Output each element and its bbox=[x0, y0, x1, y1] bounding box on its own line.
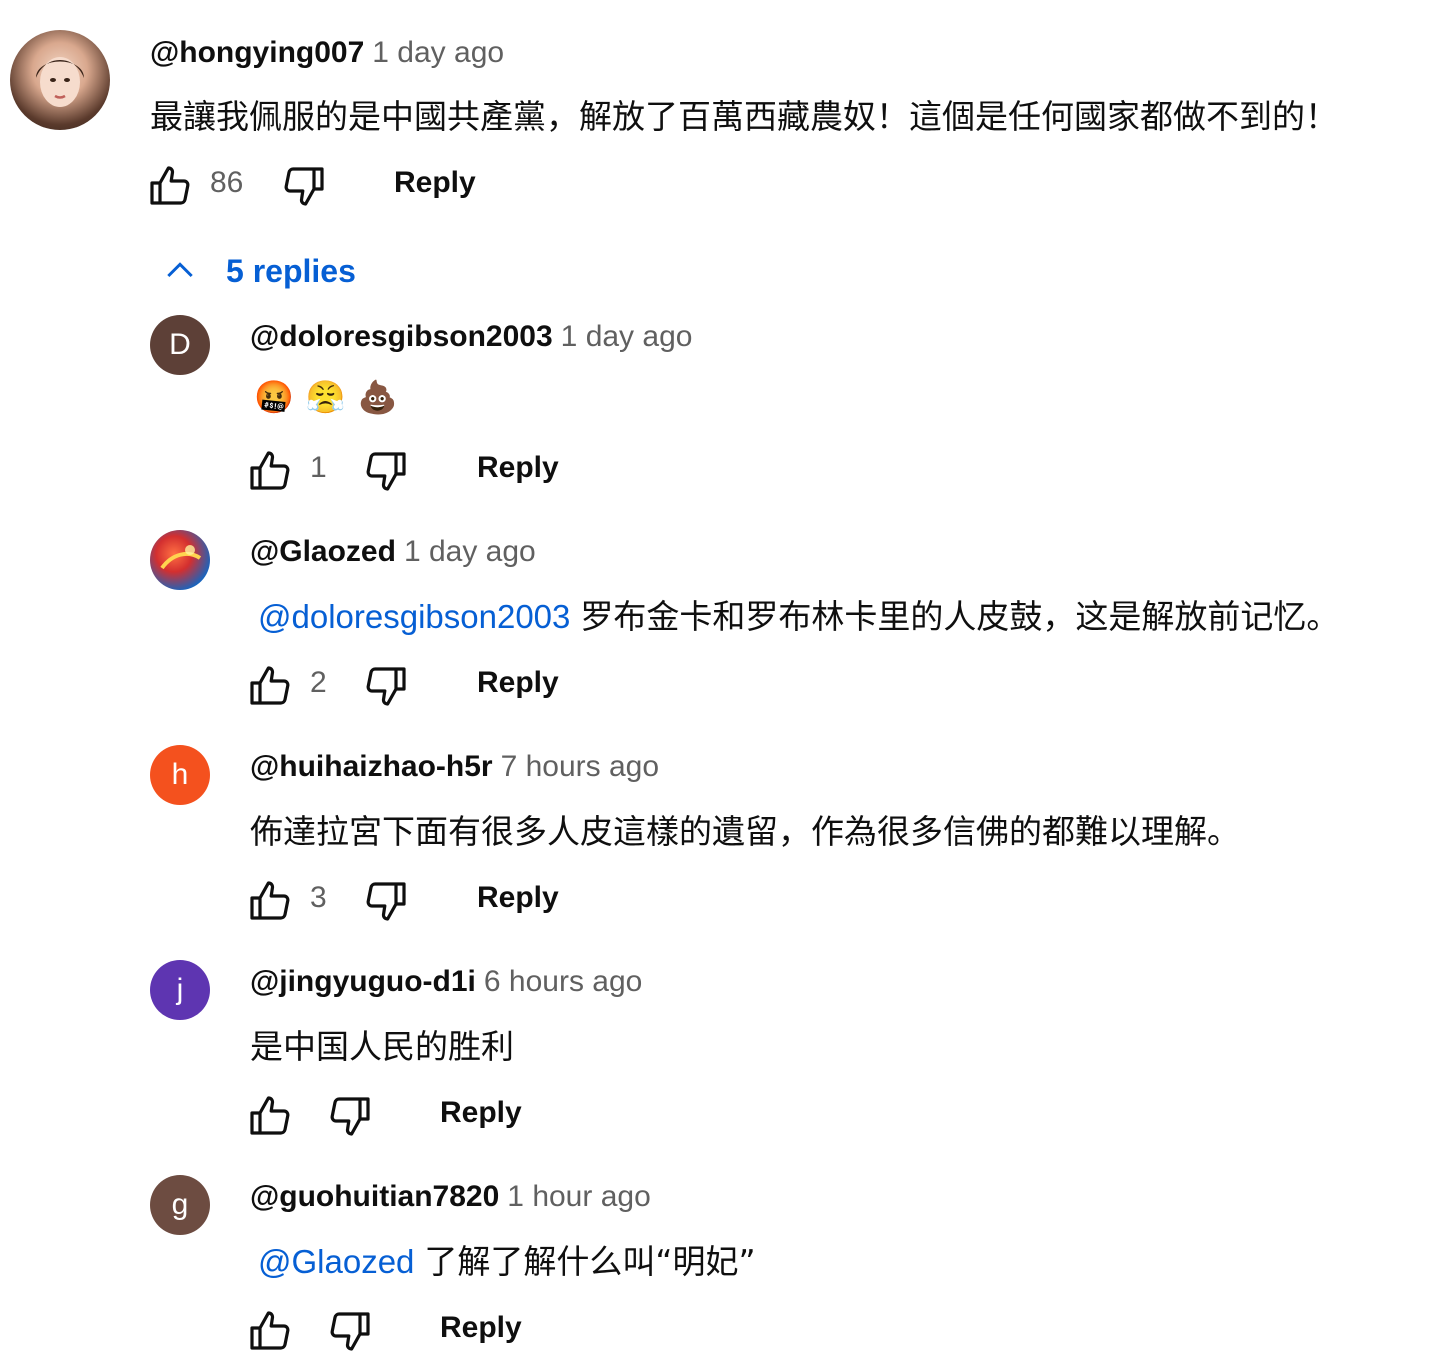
timestamp[interactable]: 1 day ago bbox=[404, 535, 536, 568]
comment-actions: 3 Reply bbox=[246, 877, 646, 925]
thumb-up-icon bbox=[246, 1307, 294, 1355]
reply-button: Reply bbox=[477, 451, 559, 484]
dislike-button[interactable] bbox=[280, 162, 328, 210]
reply-button[interactable]: Reply bbox=[394, 166, 476, 200]
timestamp[interactable]: 1 day ago bbox=[372, 36, 504, 69]
avatar-photo-icon bbox=[36, 57, 84, 107]
author-name[interactable]: @guohuitian7820 bbox=[250, 1180, 499, 1213]
avatar[interactable]: j bbox=[150, 960, 210, 1020]
avatar[interactable] bbox=[10, 30, 110, 130]
chevron-up-icon bbox=[167, 262, 193, 278]
thumb-down-icon bbox=[326, 1307, 374, 1355]
thumb-down-icon bbox=[362, 877, 410, 925]
timestamp[interactable]: 7 hours ago bbox=[501, 750, 659, 783]
thumb-up-icon bbox=[246, 877, 294, 925]
avatar[interactable]: g bbox=[150, 1175, 210, 1235]
reply-button[interactable]: Reply bbox=[477, 666, 559, 700]
author-name[interactable]: @hongying007 bbox=[150, 36, 364, 69]
author-name[interactable]: @Glaozed bbox=[250, 535, 396, 568]
avatar-letter: D bbox=[169, 328, 191, 361]
thumb-down-icon bbox=[362, 662, 410, 710]
dislike-button[interactable] bbox=[362, 662, 410, 710]
comment-actions: Reply bbox=[246, 1092, 646, 1140]
like-count: 2 bbox=[310, 666, 327, 699]
comment-text: 是中国人民的胜利 bbox=[250, 1027, 514, 1066]
mention-link[interactable]: @doloresgibson2003 bbox=[258, 598, 570, 635]
dislike-button[interactable] bbox=[362, 877, 410, 925]
timestamp[interactable]: 1 hour ago bbox=[507, 1180, 650, 1213]
comment-actions: 1 Reply bbox=[246, 447, 646, 495]
avatar-letter: h bbox=[171, 758, 189, 791]
thumb-down-icon bbox=[326, 1092, 374, 1140]
comment-text: 佈達拉宮下面有很多人皮這樣的遺留，作為很多信佛的都難以理解。 bbox=[250, 812, 1240, 851]
like-count: 86 bbox=[210, 166, 244, 199]
like-button[interactable] bbox=[246, 877, 294, 925]
thumb-up-icon bbox=[246, 1092, 294, 1140]
like-count: 3 bbox=[310, 881, 327, 914]
comment-header: @doloresgibson2003 1 day ago bbox=[250, 320, 692, 354]
like-count: 1 bbox=[310, 451, 327, 484]
comment-text: @doloresgibson2003 罗布金卡和罗布林卡里的人皮鼓，这是解放前记忆… bbox=[258, 590, 1339, 638]
comment-actions: 2 Reply bbox=[246, 662, 646, 710]
reply-button[interactable]: Reply bbox=[440, 1311, 522, 1345]
timestamp[interactable]: 1 day ago bbox=[561, 320, 693, 353]
reply-button[interactable]: Reply bbox=[477, 881, 559, 915]
like-button[interactable] bbox=[246, 1092, 294, 1140]
avatar[interactable] bbox=[150, 530, 210, 590]
reply-button[interactable]: Reply bbox=[440, 1096, 522, 1130]
mention-link[interactable]: @Glaozed bbox=[258, 1243, 414, 1280]
comment-header: @Glaozed 1 day ago bbox=[250, 535, 536, 569]
emoji-poop: 💩 bbox=[357, 379, 398, 415]
dislike-button[interactable] bbox=[362, 447, 410, 495]
thumb-down-icon bbox=[362, 447, 410, 495]
thumb-down-icon bbox=[280, 162, 328, 210]
comment-text-content: 罗布金卡和罗布林卡里的人皮鼓，这是解放前记忆。 bbox=[580, 597, 1340, 636]
like-button[interactable] bbox=[246, 447, 294, 495]
replies-toggle-button[interactable]: 5 replies bbox=[160, 248, 356, 294]
thumb-up-icon bbox=[246, 662, 294, 710]
like-button[interactable] bbox=[246, 662, 294, 710]
dislike-button[interactable] bbox=[326, 1307, 374, 1355]
like-button[interactable] bbox=[246, 1307, 294, 1355]
comment-header: @huihaizhao-h5r 7 hours ago bbox=[250, 750, 659, 784]
thumb-up-icon bbox=[146, 162, 194, 210]
dislike-button[interactable] bbox=[326, 1092, 374, 1140]
emoji-triumph: 😤 bbox=[305, 379, 346, 415]
emoji-row: 🤬 😤 💩 bbox=[254, 378, 398, 416]
comment-text: @Glaozed 了解了解什么叫“明妃” bbox=[258, 1235, 756, 1283]
author-name[interactable]: @jingyuguo-d1i bbox=[250, 965, 476, 998]
like-button[interactable] bbox=[146, 162, 194, 210]
timestamp[interactable]: 6 hours ago bbox=[484, 965, 642, 998]
avatar-letter: g bbox=[171, 1188, 189, 1221]
avatar-letter: j bbox=[176, 973, 184, 1006]
replies-count-label: 5 replies bbox=[226, 252, 356, 289]
avatar[interactable]: h bbox=[150, 745, 210, 805]
comment-header: @jingyuguo-d1i 6 hours ago bbox=[250, 965, 642, 999]
avatar-orb-icon bbox=[160, 545, 202, 570]
comment-actions: 86 Reply bbox=[146, 162, 546, 210]
comment-text: 最讓我佩服的是中國共產黨，解放了百萬西藏農奴！這個是任何國家都做不到的！ bbox=[150, 97, 1338, 136]
comment-header: @guohuitian7820 1 hour ago bbox=[250, 1180, 651, 1214]
comment-actions: Reply bbox=[246, 1307, 646, 1355]
comment-text-content: 了解了解什么叫“明妃” bbox=[424, 1242, 756, 1281]
emoji-cursing: 🤬 bbox=[254, 379, 294, 415]
avatar[interactable]: D bbox=[150, 315, 210, 375]
author-name[interactable]: @doloresgibson2003 bbox=[250, 320, 553, 353]
comment-header: @hongying007 1 day ago bbox=[150, 36, 504, 70]
thumb-up-icon bbox=[246, 447, 294, 495]
author-name[interactable]: @huihaizhao-h5r bbox=[250, 750, 493, 783]
